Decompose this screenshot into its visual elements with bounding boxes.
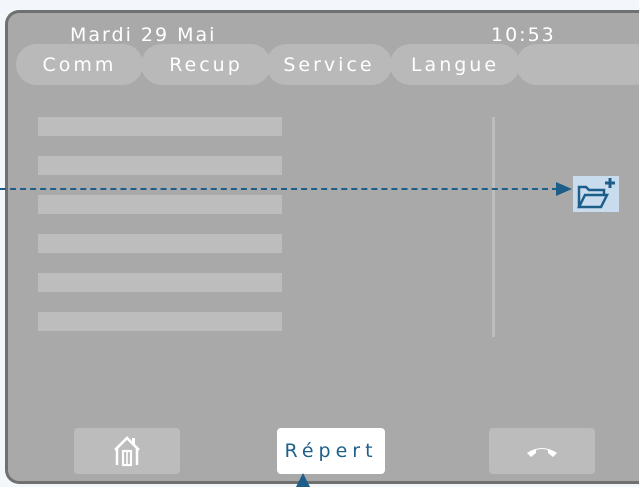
list-item[interactable] (38, 195, 282, 214)
phone-display: Mardi 29 Mai 10:53 Comm Recup Service La… (5, 10, 639, 484)
tab-service[interactable]: Service (266, 44, 392, 85)
tab-label: Comm (42, 53, 117, 76)
callout-dashed-line (0, 188, 558, 190)
home-icon (114, 436, 140, 467)
callout-arrow-icon (556, 182, 572, 196)
time-label: 10:53 (491, 24, 556, 46)
repertoire-softkey[interactable]: Répert (277, 428, 385, 474)
date-label: Mardi 29 Mai (70, 24, 217, 46)
softkey-label: Répert (284, 440, 378, 462)
status-bar: Mardi 29 Mai 10:53 (8, 19, 639, 47)
home-softkey[interactable] (74, 428, 180, 474)
tab-empty[interactable] (516, 44, 639, 85)
add-folder-icon (576, 178, 615, 209)
list-item[interactable] (38, 117, 282, 136)
tab-label: Service (283, 53, 375, 76)
list-item[interactable] (38, 234, 282, 253)
hangup-softkey[interactable] (489, 428, 595, 474)
list-item[interactable] (38, 273, 282, 292)
tab-recup[interactable]: Recup (141, 44, 271, 85)
tab-langue[interactable]: Langue (390, 44, 520, 85)
pointer-arrow-icon (296, 473, 310, 487)
scrollbar-track[interactable] (492, 117, 495, 337)
tab-label: Langue (410, 53, 500, 76)
hang-up-phone-icon (527, 448, 557, 457)
tab-label: Recup (169, 53, 243, 76)
add-folder-callout (573, 176, 619, 212)
tab-comm[interactable]: Comm (16, 44, 143, 85)
list-item[interactable] (38, 312, 282, 331)
list-item[interactable] (38, 156, 282, 175)
